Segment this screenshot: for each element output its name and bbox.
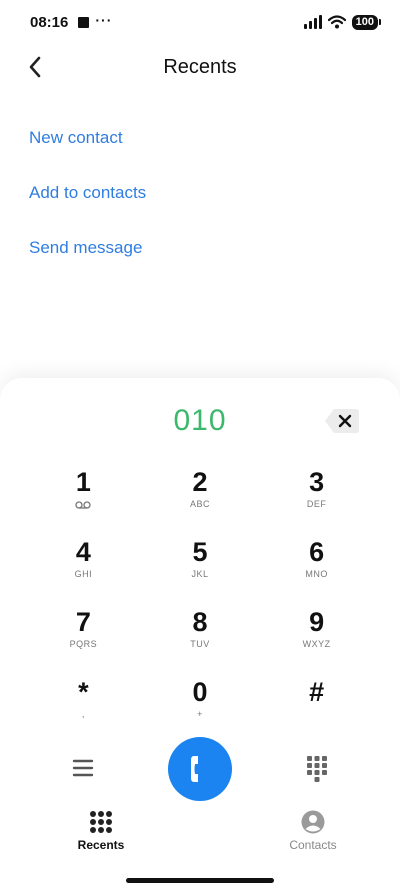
home-indicator[interactable] (126, 878, 274, 883)
key-digit: 3 (309, 467, 325, 497)
key-letters: , (81, 709, 85, 719)
key-digit: 4 (75, 537, 91, 567)
key-3[interactable]: 3 DEF (258, 463, 375, 533)
key-7[interactable]: 7 PQRS (25, 603, 142, 673)
key-letters: PQRS (69, 639, 98, 649)
key-letters: JKL (191, 569, 209, 579)
page-title: Recents (163, 55, 237, 78)
key-9[interactable]: 9 WXYZ (258, 603, 375, 673)
key-digit: 5 (192, 537, 208, 567)
key-digit: 6 (309, 537, 325, 567)
key-6[interactable]: 6 MNO (258, 533, 375, 603)
chevron-left-icon (29, 56, 41, 78)
key-letters: WXYZ (302, 639, 331, 649)
key-digit: 7 (75, 607, 91, 637)
key-letters: ABC (189, 499, 210, 509)
key-0[interactable]: 0 + (142, 673, 259, 743)
bottom-nav: Recents Contacts (0, 810, 400, 860)
status-right: 100 (303, 14, 382, 30)
add-to-contacts-link[interactable]: Add to contacts (29, 179, 146, 234)
dialpad-icon (90, 811, 112, 833)
phone-icon (191, 756, 198, 782)
tab-label: Contacts (289, 838, 337, 852)
key-1[interactable]: 1 (25, 463, 142, 533)
new-contact-link[interactable]: New contact (29, 124, 146, 179)
dialpad-icon (307, 756, 327, 782)
dialer-panel: 010 1 2 ABC 3 DEF 4 GHI 5 JKL 6 MNO 7 PQ… (0, 378, 400, 889)
key-hash[interactable]: # (258, 673, 375, 743)
key-digit: # (309, 677, 325, 707)
key-digit: 8 (192, 607, 208, 637)
signal-icon (303, 15, 322, 29)
status-left: 08:16 ··· (30, 12, 113, 31)
keypad: 1 2 ABC 3 DEF 4 GHI 5 JKL 6 MNO 7 PQRS 8… (25, 463, 375, 743)
key-star[interactable]: * , (25, 673, 142, 743)
backspace-button[interactable] (324, 408, 360, 434)
key-letters: + (197, 709, 203, 719)
battery-indicator: 100 (351, 14, 382, 30)
tab-contacts[interactable]: Contacts (284, 810, 342, 860)
key-letters: TUV (190, 639, 210, 649)
tab-label: Recents (77, 838, 125, 852)
menu-icon (72, 759, 94, 777)
more-notifications: ··· (95, 12, 113, 28)
wifi-icon (327, 15, 346, 29)
key-2[interactable]: 2 ABC (142, 463, 259, 533)
key-digit: 0 (192, 677, 208, 707)
header: Recents (0, 44, 400, 90)
contact-actions: New contact Add to contacts Send message (29, 124, 146, 289)
tab-recents[interactable]: Recents (72, 810, 130, 860)
key-letters: MNO (305, 569, 328, 579)
key-digit: * (78, 677, 89, 707)
notification-square-icon (78, 16, 90, 28)
key-digit: 1 (75, 467, 91, 497)
backspace-icon (325, 409, 359, 433)
key-digit: 2 (192, 467, 208, 497)
key-4[interactable]: 4 GHI (25, 533, 142, 603)
key-5[interactable]: 5 JKL (142, 533, 259, 603)
status-time: 08:16 (30, 13, 69, 31)
menu-button[interactable] (70, 756, 96, 780)
hide-keypad-button[interactable] (305, 754, 329, 782)
status-bar: 08:16 ··· 100 (0, 0, 400, 44)
back-button[interactable] (22, 54, 48, 80)
dialer-controls (0, 736, 400, 802)
person-circle-icon (301, 810, 325, 834)
key-letters: DEF (306, 499, 327, 509)
send-message-link[interactable]: Send message (29, 234, 146, 289)
key-digit: 9 (309, 607, 325, 637)
voicemail-icon (75, 501, 91, 509)
key-8[interactable]: 8 TUV (142, 603, 259, 673)
call-button[interactable] (168, 737, 232, 801)
key-letters: GHI (74, 569, 93, 579)
